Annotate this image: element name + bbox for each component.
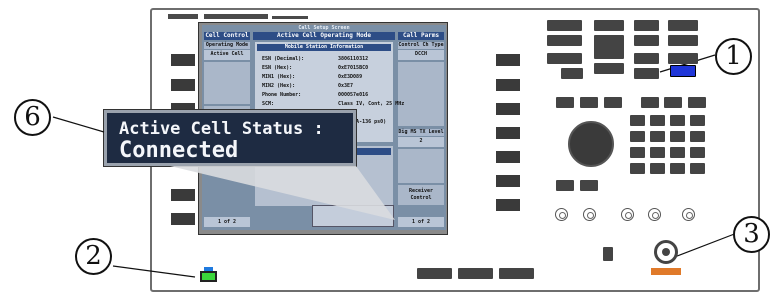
panel-key-e5[interactable] — [664, 97, 682, 108]
panel-key-j1[interactable] — [556, 180, 574, 191]
marker-6: 6 — [14, 99, 51, 136]
panel-key-i1[interactable] — [630, 163, 645, 174]
panel-key-e2[interactable] — [580, 97, 598, 108]
connector-5 — [682, 208, 695, 221]
panel-key-d1[interactable] — [668, 20, 698, 31]
panel-key-b3[interactable] — [594, 63, 624, 74]
rf-connector-label — [651, 268, 681, 275]
panel-key-g3[interactable] — [670, 131, 685, 142]
panel-key-i4[interactable] — [690, 163, 705, 174]
panel-key-f2[interactable] — [650, 115, 665, 126]
panel-key-e4[interactable] — [641, 97, 659, 108]
panel-key-c3[interactable] — [634, 53, 659, 64]
connector-2 — [583, 208, 596, 221]
bottom-key-2[interactable] — [458, 268, 493, 279]
bottom-key-3[interactable] — [499, 268, 534, 279]
panel-key-f4[interactable] — [690, 115, 705, 126]
rf-connector-center — [662, 248, 670, 256]
rotary-knob[interactable] — [568, 121, 614, 167]
panel-key-c4[interactable] — [634, 68, 659, 79]
bottom-key-1[interactable] — [417, 268, 452, 279]
highlighted-blue-key[interactable] — [670, 65, 696, 77]
panel-key-a3[interactable] — [547, 53, 582, 64]
panel-key-g2[interactable] — [650, 131, 665, 142]
power-key-indicator — [204, 267, 213, 271]
panel-key-b2[interactable] — [594, 35, 624, 59]
panel-key-d3[interactable] — [668, 53, 698, 64]
panel-key-e3[interactable] — [604, 97, 622, 108]
marker-2: 2 — [75, 238, 112, 275]
panel-key-h3[interactable] — [670, 147, 685, 158]
connector-4 — [648, 208, 661, 221]
connector-3 — [621, 208, 634, 221]
small-port — [603, 247, 613, 261]
marker-1: 1 — [715, 38, 752, 75]
marker-3: 3 — [733, 216, 770, 253]
panel-key-i2[interactable] — [650, 163, 665, 174]
panel-key-g1[interactable] — [630, 131, 645, 142]
panel-key-g4[interactable] — [690, 131, 705, 142]
panel-key-c2[interactable] — [634, 35, 659, 46]
panel-key-a4[interactable] — [561, 68, 583, 79]
panel-key-f3[interactable] — [670, 115, 685, 126]
panel-key-h1[interactable] — [630, 147, 645, 158]
power-key-green[interactable] — [200, 271, 217, 282]
connector-1 — [555, 208, 568, 221]
panel-key-c1[interactable] — [634, 20, 659, 31]
panel-key-a1[interactable] — [547, 20, 582, 31]
panel-key-a2[interactable] — [547, 35, 582, 46]
panel-key-e6[interactable] — [688, 97, 706, 108]
panel-key-h2[interactable] — [650, 147, 665, 158]
panel-key-j2[interactable] — [580, 180, 598, 191]
panel-key-b1[interactable] — [594, 20, 624, 31]
panel-key-e1[interactable] — [556, 97, 574, 108]
panel-key-d2[interactable] — [668, 35, 698, 46]
panel-key-h4[interactable] — [690, 147, 705, 158]
panel-key-f1[interactable] — [630, 115, 645, 126]
panel-key-i3[interactable] — [670, 163, 685, 174]
